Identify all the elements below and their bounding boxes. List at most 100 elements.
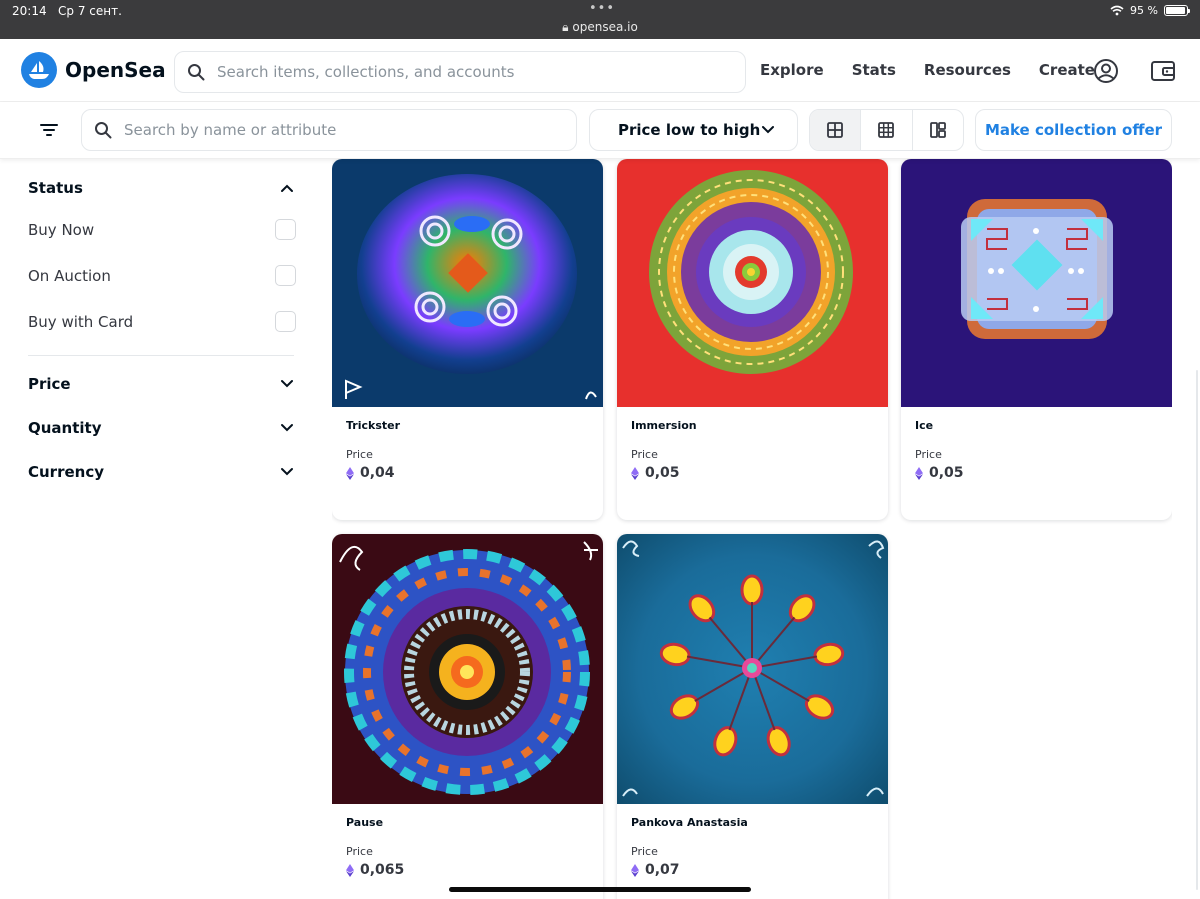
sort-value: Price low to high <box>618 121 761 139</box>
nft-card-immersion[interactable]: Immersion Price 0,05 <box>617 159 888 520</box>
filter-toggle-button[interactable] <box>38 120 60 144</box>
price-label: Price <box>346 448 373 461</box>
status-option-buy-with-card[interactable]: Buy with Card <box>28 311 296 332</box>
status-section-header[interactable]: Status <box>28 179 294 197</box>
item-price: 0,065 <box>360 862 405 878</box>
collection-toolbar: Price low to high <box>0 102 1200 159</box>
ethereum-icon <box>631 863 639 877</box>
brand-name: OpenSea <box>65 58 166 82</box>
price-section-header[interactable]: Price <box>28 375 294 393</box>
ethereum-icon <box>631 466 639 480</box>
ethereum-icon <box>915 466 923 480</box>
item-grid: Trickster Price 0,04 Immersion Price 0,0… <box>332 159 1172 899</box>
status-time: 20:14 Ср 7 сент. <box>12 4 122 18</box>
nft-image[interactable] <box>901 159 1172 407</box>
price-row: 0,065 <box>346 862 589 878</box>
nft-card-pankova-anastasia[interactable]: Pankova Anastasia Price 0,07 <box>617 534 888 899</box>
section-title: Price <box>28 375 71 393</box>
price-row: 0,05 <box>631 465 874 481</box>
wifi-icon <box>1110 5 1124 16</box>
attribute-search-input[interactable] <box>124 121 544 139</box>
section-divider <box>28 355 294 356</box>
ethereum-icon <box>346 466 354 480</box>
nft-image[interactable] <box>332 159 603 407</box>
global-search-input[interactable] <box>217 63 697 81</box>
section-title: Quantity <box>28 419 102 437</box>
chevron-down-icon <box>281 380 293 388</box>
card-info: Trickster Price 0,04 <box>332 407 603 520</box>
nft-card-pause[interactable]: Pause Price 0,065 <box>332 534 603 899</box>
nft-card-trickster[interactable]: Trickster Price 0,04 <box>332 159 603 520</box>
battery-icon <box>1164 5 1190 16</box>
chevron-down-icon <box>281 424 293 432</box>
item-name: Trickster <box>346 419 401 432</box>
scrollbar[interactable] <box>1196 370 1198 890</box>
wallet-icon[interactable] <box>1150 58 1176 84</box>
card-info: Pankova Anastasia Price 0,07 <box>617 804 888 899</box>
nav-resources[interactable]: Resources <box>924 61 1011 79</box>
item-name: Ice <box>915 419 934 432</box>
nft-card-ice[interactable]: Ice Price 0,05 <box>901 159 1172 520</box>
option-label: Buy Now <box>28 220 95 239</box>
card-info: Pause Price 0,065 <box>332 804 603 899</box>
attribute-search[interactable] <box>81 109 577 151</box>
price-label: Price <box>915 448 942 461</box>
profile-icon[interactable] <box>1093 58 1119 84</box>
masonry-icon <box>929 122 946 138</box>
masonry-view-button[interactable] <box>913 110 963 150</box>
home-indicator[interactable] <box>449 887 751 892</box>
price-row: 0,04 <box>346 465 589 481</box>
item-price: 0,04 <box>360 465 395 481</box>
nav-create[interactable]: Create <box>1039 61 1095 79</box>
price-label: Price <box>631 845 658 858</box>
small-grid-button[interactable] <box>861 110 913 150</box>
battery-percent: 95 % <box>1130 4 1158 17</box>
buy-now-checkbox[interactable] <box>275 219 296 240</box>
top-navigation: OpenSea Explore Stats Resources Create <box>0 39 1200 102</box>
status-indicators: 95 % <box>1110 4 1190 17</box>
opensea-logo-icon <box>21 52 57 88</box>
ios-status-bar: 20:14 Ср 7 сент. ••• 🔒︎ opensea.io 95 % <box>0 0 1200 39</box>
nft-image[interactable] <box>332 534 603 804</box>
large-grid-button[interactable] <box>810 110 862 150</box>
card-info: Immersion Price 0,05 <box>617 407 888 520</box>
item-name: Pause <box>346 816 384 829</box>
filter-lines-icon <box>40 124 58 136</box>
main-nav: Explore Stats Resources Create <box>760 61 1095 79</box>
opensea-logo[interactable]: OpenSea <box>21 52 166 88</box>
on-auction-checkbox[interactable] <box>275 265 296 286</box>
price-label: Price <box>346 845 373 858</box>
price-row: 0,07 <box>631 862 874 878</box>
status-title: Status <box>28 179 83 197</box>
make-collection-offer-button[interactable]: Make collection offer <box>975 109 1172 151</box>
multitasking-dots-icon[interactable]: ••• <box>589 1 615 16</box>
address-url: opensea.io <box>572 20 638 34</box>
item-price: 0,05 <box>929 465 964 481</box>
quantity-section-header[interactable]: Quantity <box>28 419 294 437</box>
section-title: Currency <box>28 463 105 481</box>
price-label: Price <box>631 448 658 461</box>
sort-dropdown[interactable]: Price low to high <box>589 109 798 151</box>
nft-image[interactable] <box>617 159 888 407</box>
lock-icon: 🔒︎ <box>562 20 569 34</box>
price-row: 0,05 <box>915 465 1158 481</box>
grid-size-toggle <box>809 109 964 151</box>
large-grid-icon <box>827 122 844 138</box>
search-icon <box>95 122 112 139</box>
status-option-buy-now[interactable]: Buy Now <box>28 219 296 240</box>
currency-section-header[interactable]: Currency <box>28 463 294 481</box>
option-label: Buy with Card <box>28 312 134 331</box>
status-option-on-auction[interactable]: On Auction <box>28 265 296 286</box>
nav-explore[interactable]: Explore <box>760 61 824 79</box>
address-bar[interactable]: 🔒︎ opensea.io <box>0 20 1200 35</box>
ethereum-icon <box>346 863 354 877</box>
item-name: Pankova Anastasia <box>631 816 748 829</box>
nft-image[interactable] <box>617 534 888 804</box>
small-grid-icon <box>878 122 895 138</box>
option-label: On Auction <box>28 266 111 285</box>
buy-with-card-checkbox[interactable] <box>275 311 296 332</box>
item-price: 0,05 <box>645 465 680 481</box>
chevron-down-icon <box>762 126 774 134</box>
global-search[interactable] <box>174 51 746 93</box>
nav-stats[interactable]: Stats <box>852 61 896 79</box>
